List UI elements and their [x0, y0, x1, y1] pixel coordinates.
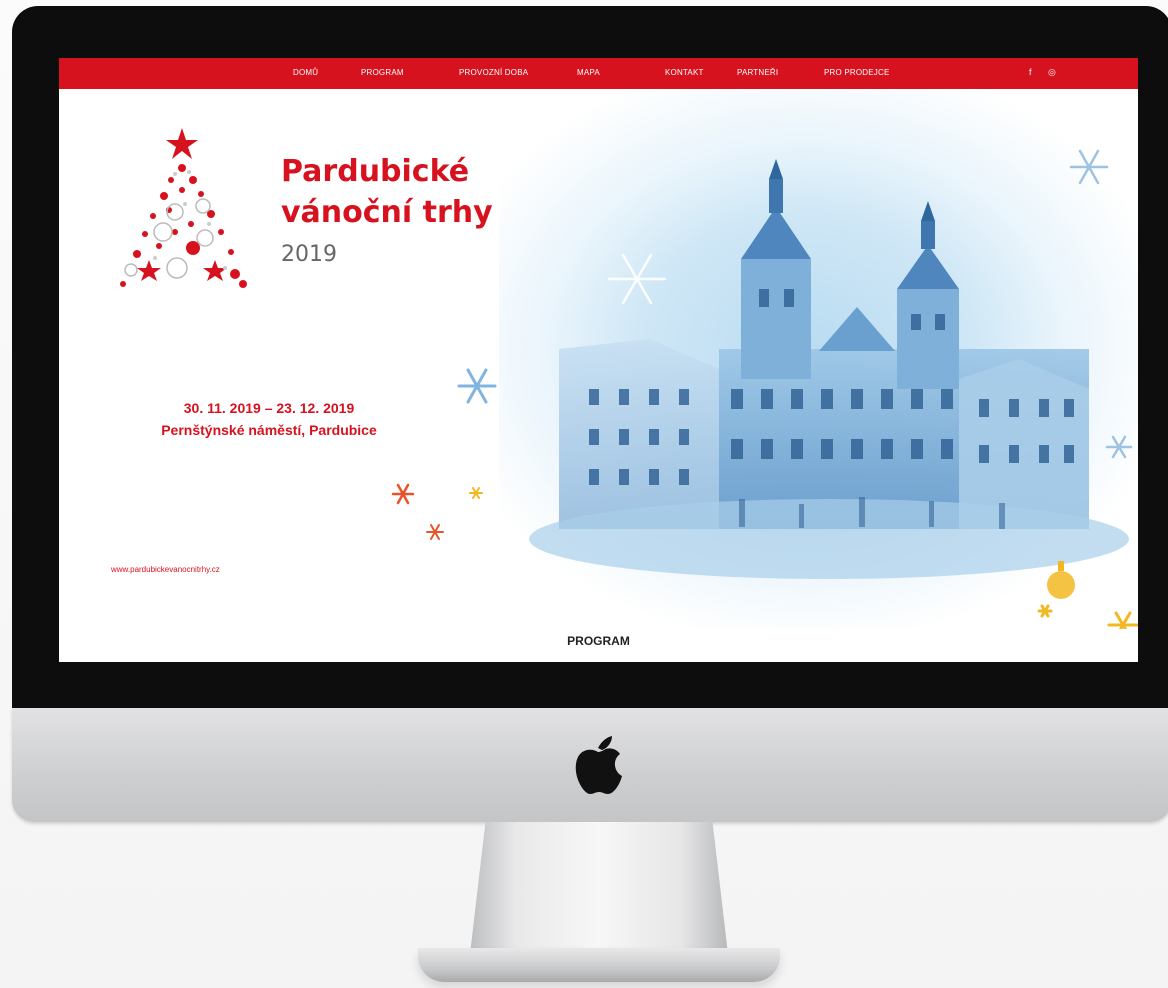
- apple-logo-icon: [575, 736, 622, 794]
- event-dates: 30. 11. 2019 – 23. 12. 2019: [183, 400, 355, 416]
- imac-stand-foot: [418, 948, 780, 982]
- red-snowflake-small-icon: [426, 524, 444, 540]
- nav-item-kontakt[interactable]: KONTAKT: [665, 68, 704, 77]
- hero-year: 2019: [281, 242, 337, 267]
- section-heading-program: PROGRAM: [567, 634, 630, 648]
- imac-stand-neck: [470, 822, 728, 954]
- hero-title-line1: Pardubické: [281, 154, 470, 189]
- christmas-tree-icon: [120, 128, 247, 288]
- nav-item-provozni-doba[interactable]: PROVOZNÍ DOBA: [459, 68, 528, 77]
- townhall-drawing: [529, 149, 1138, 629]
- website-link[interactable]: www.pardubickevanocnitrhy.cz: [111, 565, 220, 574]
- gold-snowflake-icon: [469, 487, 483, 499]
- nav-item-pro-prodejce[interactable]: PRO PRODEJCE: [824, 68, 890, 77]
- snowflake-icon: [457, 368, 497, 404]
- red-snowflake-icon: [391, 483, 415, 505]
- instagram-icon[interactable]: ◎: [1048, 67, 1056, 78]
- event-venue: Pernštýnské náměstí, Pardubice: [161, 422, 377, 438]
- facebook-icon[interactable]: f: [1029, 67, 1032, 77]
- hero-title-line2: vánoční trhy: [281, 195, 493, 230]
- nav-item-domu[interactable]: DOMŮ: [293, 68, 318, 77]
- nav-item-partneri[interactable]: PARTNEŘI: [737, 68, 778, 77]
- top-navigation: DOMŮ PROGRAM PROVOZNÍ DOBA MAPA KONTAKT …: [59, 58, 1138, 89]
- nav-item-program[interactable]: PROGRAM: [361, 68, 404, 77]
- hero-townhall-illustration: [499, 89, 1138, 629]
- nav-item-mapa[interactable]: MAPA: [577, 68, 600, 77]
- website-screen: DOMŮ PROGRAM PROVOZNÍ DOBA MAPA KONTAKT …: [59, 58, 1138, 662]
